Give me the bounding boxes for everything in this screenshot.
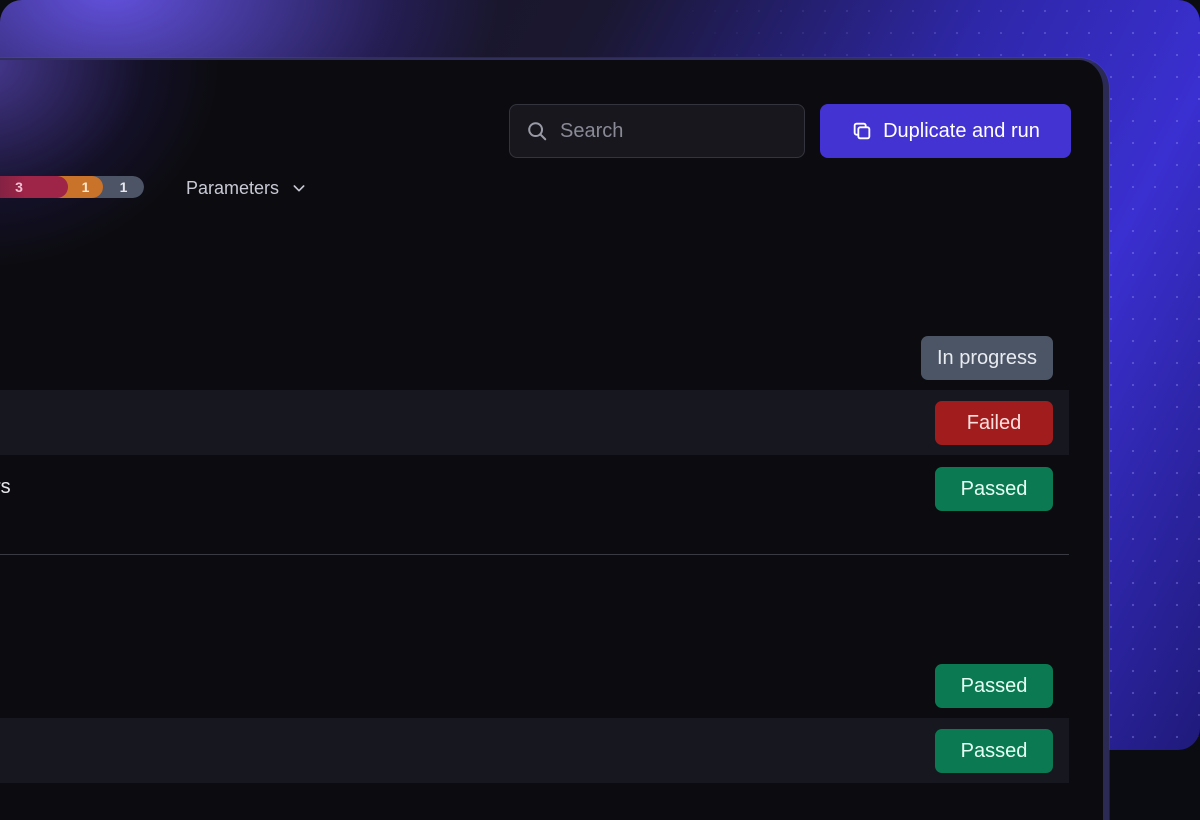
status-badge: In progress	[921, 336, 1053, 380]
chevron-down-icon	[293, 185, 305, 192]
row-label: rs	[0, 476, 11, 498]
status-badge: Passed	[935, 664, 1053, 708]
app-window: Duplicate and run 3 1 1 Parameters In pr…	[0, 58, 1109, 820]
parameters-dropdown[interactable]: Parameters	[186, 176, 307, 200]
search-input[interactable]	[558, 118, 792, 144]
status-badge: Failed	[935, 401, 1053, 445]
failed-count: 3	[0, 176, 68, 198]
table-row[interactable]: rs Passed	[0, 456, 1069, 521]
section-divider	[0, 554, 1069, 555]
status-badge: Passed	[935, 729, 1053, 773]
parameters-label: Parameters	[186, 177, 280, 198]
table-row[interactable]: Passed	[0, 653, 1069, 718]
status-badge: Passed	[935, 467, 1053, 511]
table-row[interactable]: Failed	[0, 390, 1069, 455]
table-row[interactable]: In progress	[0, 325, 1069, 390]
duplicate-and-run-button[interactable]: Duplicate and run	[820, 104, 1071, 158]
table-row[interactable]: Passed	[0, 718, 1069, 783]
search-icon	[528, 122, 547, 141]
status-counters: 3 1 1	[0, 176, 144, 198]
search-box[interactable]	[509, 104, 805, 158]
copy-icon	[853, 122, 871, 140]
duplicate-and-run-label: Duplicate and run	[883, 119, 1040, 142]
